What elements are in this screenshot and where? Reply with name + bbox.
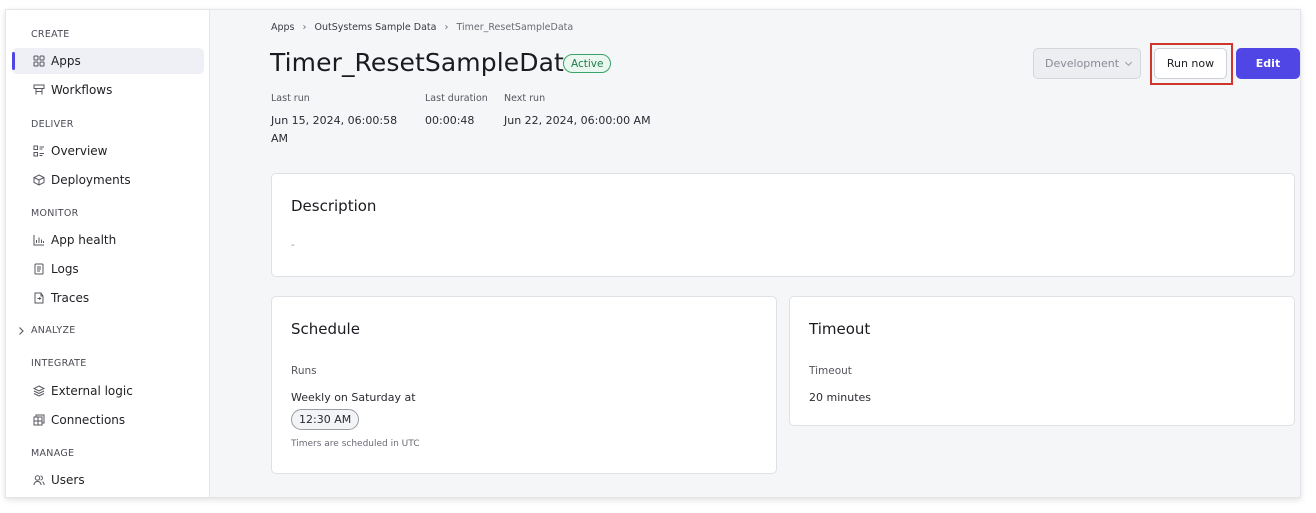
breadcrumb-apps-link[interactable]: Apps [271,22,295,33]
sidebar-item-label: Apps [51,54,81,68]
bar-chart-icon [32,234,45,247]
schedule-note: Timers are scheduled in UTC [291,439,420,449]
chevron-right-icon: › [302,22,307,33]
sidebar-item-label: Deployments [51,173,131,187]
last-duration-value: 00:00:48 [425,114,475,127]
environment-select-value: Development [1045,57,1120,70]
schedule-title: Schedule [291,320,360,338]
sidebar-item-label: Overview [51,144,108,158]
timeout-title: Timeout [809,320,871,338]
main-content: Apps › OutSystems Sample Data › Timer_Re… [211,10,1300,497]
sidebar-item-label: Connections [51,413,126,427]
last-run-value-line: Jun 15, 2024, 06:00:58 [271,114,398,127]
run-now-button[interactable]: Run now [1154,48,1227,79]
sidebar-item-deployments[interactable]: Deployments [12,167,204,193]
cube-icon [32,174,45,187]
users-icon [32,474,45,487]
chevron-right-icon: › [444,22,449,33]
section-title-monitor: MONITOR [31,208,79,219]
breadcrumb-app-link[interactable]: OutSystems Sample Data [315,22,437,33]
sidebar-item-label: Logs [51,262,79,276]
schedule-card: Schedule Runs Weekly on Saturday at 12:3… [271,296,777,474]
last-duration-label: Last duration [425,93,488,104]
timeout-value: 20 minutes [809,391,872,404]
sidebar-item-label: Workflows [51,83,113,97]
sidebar-item-label: Users [51,473,85,487]
layers-icon [32,385,45,398]
description-title: Description [291,197,377,215]
sidebar-item-workflows[interactable]: Workflows [12,77,204,103]
sidebar-item-label: External logic [51,384,133,398]
breadcrumb-current: Timer_ResetSampleData [456,22,574,33]
section-title-deliver: DELIVER [31,119,74,130]
sidebar-section-analyze-toggle[interactable]: ANALYZE [16,325,76,336]
section-title-integrate: INTEGRATE [31,358,87,369]
chevron-right-icon [19,326,24,335]
last-run-label: Last run [271,93,310,104]
page-title: Timer_ResetSampleData [270,48,580,77]
sidebar-item-label: Traces [51,291,90,305]
workflow-icon [32,84,45,97]
trace-icon [32,292,45,305]
next-run-label: Next run [504,93,546,104]
description-value: - [291,240,295,251]
schedule-runs-value: Weekly on Saturday at [291,391,416,404]
timeout-card: Timeout Timeout 20 minutes [789,296,1295,426]
sidebar-item-app-health[interactable]: App health [12,227,204,253]
sidebar-item-label: App health [51,233,117,247]
last-run-value-line: AM [271,132,289,145]
chevron-down-icon [1125,61,1133,67]
environment-select[interactable]: Development [1033,48,1141,79]
sidebar: CREATE Apps Workflows DELIVER Overview D… [6,10,210,497]
breadcrumb: Apps › OutSystems Sample Data › Timer_Re… [271,22,573,33]
sidebar-item-logs[interactable]: Logs [12,256,204,282]
schedule-runs-label: Runs [291,365,317,377]
connections-icon [32,414,45,427]
section-title-create: CREATE [31,29,70,40]
document-icon [32,263,45,276]
sidebar-item-users[interactable]: Users [12,467,204,493]
description-card: Description - [271,173,1295,277]
next-run-value: Jun 22, 2024, 06:00:00 AM [504,114,651,127]
edit-button[interactable]: Edit [1236,48,1300,79]
sidebar-item-overview[interactable]: Overview [12,138,204,164]
sidebar-item-traces[interactable]: Traces [12,285,204,311]
overview-icon [32,145,45,158]
schedule-time-pill: 12:30 AM [291,409,360,430]
timeout-label: Timeout [809,365,852,377]
grid-icon [32,55,45,68]
section-title-analyze: ANALYZE [31,325,76,336]
section-title-manage: MANAGE [31,448,75,459]
app-window: CREATE Apps Workflows DELIVER Overview D… [5,9,1301,498]
sidebar-item-apps[interactable]: Apps [12,48,204,74]
sidebar-item-external-logic[interactable]: External logic [12,378,204,404]
status-badge: Active [563,54,612,73]
sidebar-item-connections[interactable]: Connections [12,407,204,433]
last-run-value: Jun 15, 2024, 06:00:58 AM [271,112,397,148]
